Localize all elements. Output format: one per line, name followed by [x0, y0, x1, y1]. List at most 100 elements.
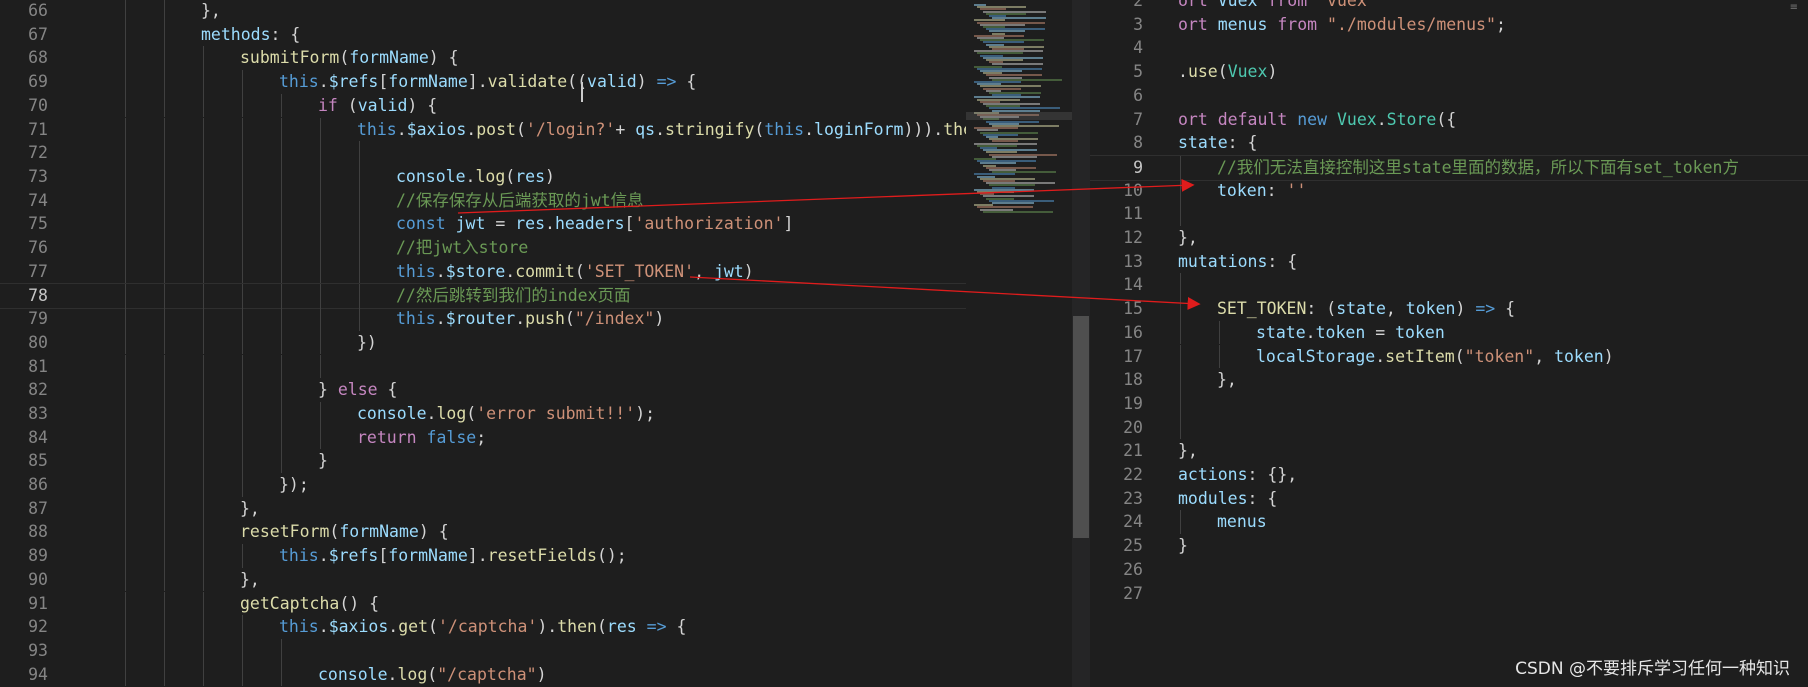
minimap[interactable] [966, 0, 1072, 687]
indent-guide [281, 330, 282, 355]
code-line[interactable]: 81 [0, 354, 966, 379]
indent-guide [164, 141, 165, 165]
line-number: 21 [1123, 441, 1143, 461]
code-text: actions: {}, [1178, 463, 1297, 487]
code-line[interactable]: 85} [0, 449, 966, 473]
code-line[interactable]: 92 this.$axios.get('/captcha').then(res =… [0, 615, 966, 639]
code-line[interactable]: 68 submitForm(formName) { [0, 46, 966, 71]
code-line[interactable]: 20 [1090, 415, 1808, 440]
indent-guide [242, 259, 243, 284]
indent-guide [203, 117, 204, 142]
indent-guide [164, 520, 165, 545]
code-line[interactable]: 26 [1090, 558, 1808, 582]
code-line[interactable]: 67 methods: { [0, 22, 966, 47]
code-line[interactable]: 86}); [0, 473, 966, 497]
code-line[interactable]: 83 console.log('error submit!!'); [0, 401, 966, 426]
code-line[interactable]: 23 modules: { [1090, 487, 1808, 511]
code-line[interactable]: 3 ort menus from "./modules/menus"; [1090, 13, 1808, 37]
code-token: ( [428, 617, 438, 637]
code-line[interactable]: 70 if (valid) { [0, 93, 966, 118]
code-token: }, [240, 498, 260, 518]
left-code-editor[interactable]: 66}, 67 methods: {68 submitForm(formName) {… [0, 0, 966, 687]
code-line[interactable]: 13 mutations: { [1090, 250, 1808, 274]
line-number: 25 [1123, 536, 1143, 556]
code-line[interactable]: 24 menus [1090, 510, 1808, 535]
line-number: 6 [1133, 85, 1143, 105]
code-line[interactable]: 15 SET_TOKEN: (state, token) => { [1090, 297, 1808, 321]
code-line[interactable]: 84 return false; [0, 425, 966, 450]
code-line[interactable]: 82} else { [0, 378, 966, 402]
indent-guide [164, 46, 165, 71]
code-line[interactable]: 88 resetForm(formName) { [0, 520, 966, 545]
code-line[interactable]: 6 [1090, 84, 1808, 108]
code-line[interactable]: 21}, [1090, 439, 1808, 463]
indent-guide [281, 284, 282, 309]
indent-guide [242, 117, 243, 142]
code-line[interactable]: 7 ort default new Vuex.Store({ [1090, 108, 1808, 132]
indent-guide [203, 141, 204, 165]
code-line[interactable]: 76 //把jwt入store [0, 236, 966, 260]
code-line[interactable]: 17 localStorage.setItem("token", token) [1090, 344, 1808, 369]
indent-guide [320, 164, 321, 189]
code-token: menus [1217, 14, 1268, 34]
minimap-line [992, 155, 1037, 158]
code-line[interactable]: 69 this.$refs[formName].validate((valid) … [0, 70, 966, 94]
right-code-editor[interactable]: ≡ 2 ort Vuex from 'vuex' 3 ort menus from "… [1090, 0, 1808, 687]
code-line[interactable]: 91 getCaptcha() { [0, 591, 966, 616]
code-line[interactable]: 80}) [0, 330, 966, 355]
indent-guide [164, 496, 165, 521]
code-token: log [436, 403, 467, 423]
code-line[interactable]: 75 const jwt = res.headers['authorization… [0, 212, 966, 236]
code-line[interactable]: 19 [1090, 391, 1808, 416]
code-line[interactable]: 18}, [1090, 368, 1808, 392]
mouse-text-cursor [581, 82, 583, 102]
line-number: 80 [28, 332, 48, 352]
code-line[interactable]: 22 actions: {}, [1090, 463, 1808, 487]
indent-guide [164, 93, 165, 118]
code-token: ) [636, 72, 657, 92]
code-line[interactable]: 2 ort Vuex from 'vuex' [1090, 0, 1808, 13]
vertical-scrollbar[interactable] [1072, 0, 1090, 687]
line-number: 22 [1123, 465, 1143, 484]
code-token: '/login?' [525, 119, 616, 139]
indent-guide [359, 307, 360, 331]
code-token: then [943, 119, 966, 139]
code-line[interactable]: 71 this.$axios.post('/login?'+ qs.stringi… [0, 117, 966, 142]
code-line[interactable]: 79 this.$router.push("/index") [0, 307, 966, 331]
code-line[interactable]: 14 [1090, 273, 1808, 298]
code-line[interactable]: 78 //然后跳转到我们的index页面 [0, 283, 966, 310]
code-line[interactable]: 25} [1090, 534, 1808, 558]
code-line[interactable]: 5 .use(Vuex) [1090, 60, 1808, 84]
code-text: this.$axios.post('/login?'+ qs.stringify… [357, 118, 966, 142]
code-line[interactable]: 9 //我们无法直接控制这里state里面的数据，所以下面有set_token方 [1090, 154, 1808, 181]
code-line[interactable]: 77 this.$store.commit('SET_TOKEN', jwt) [0, 259, 966, 284]
code-line[interactable]: 16 state.token = token [1090, 320, 1808, 345]
code-line[interactable]: 74 //保存保存从后端获取的jwt信息 [0, 188, 966, 213]
code-line[interactable]: 66}, [0, 0, 966, 23]
code-line[interactable]: 93 [0, 638, 966, 663]
minimap-slider[interactable] [966, 112, 1072, 120]
indent-guide [164, 449, 165, 473]
code-token: { [377, 380, 398, 400]
code-line[interactable]: 89 this.$refs[formName].resetFields(); [0, 544, 966, 568]
code-text: //我们无法直接控制这里state里面的数据，所以下面有set_token方 [1217, 156, 1739, 180]
code-line[interactable]: 11 [1090, 202, 1808, 226]
code-line[interactable]: 10 token: '' [1090, 178, 1808, 203]
code-line[interactable]: 90}, [0, 567, 966, 592]
code-line[interactable]: 72 [0, 141, 966, 165]
code-line[interactable]: 12}, [1090, 226, 1808, 250]
line-number: 82 [28, 380, 48, 400]
code-token: : ( [1306, 299, 1337, 319]
code-text: const jwt = res.headers['authorization'] [396, 212, 793, 236]
code-line[interactable]: 94 console.log("/captcha") [0, 662, 966, 687]
code-line[interactable]: 8 state: { [1090, 131, 1808, 155]
code-line[interactable]: 4 [1090, 36, 1808, 60]
scrollbar-thumb[interactable] [1073, 316, 1089, 538]
code-line[interactable]: 27 [1090, 582, 1808, 606]
code-line[interactable]: 87}, [0, 496, 966, 521]
line-number: 77 [28, 261, 48, 281]
indent-guide [164, 330, 165, 355]
code-token: res [515, 166, 546, 186]
code-line[interactable]: 73 console.log(res) [0, 164, 966, 189]
